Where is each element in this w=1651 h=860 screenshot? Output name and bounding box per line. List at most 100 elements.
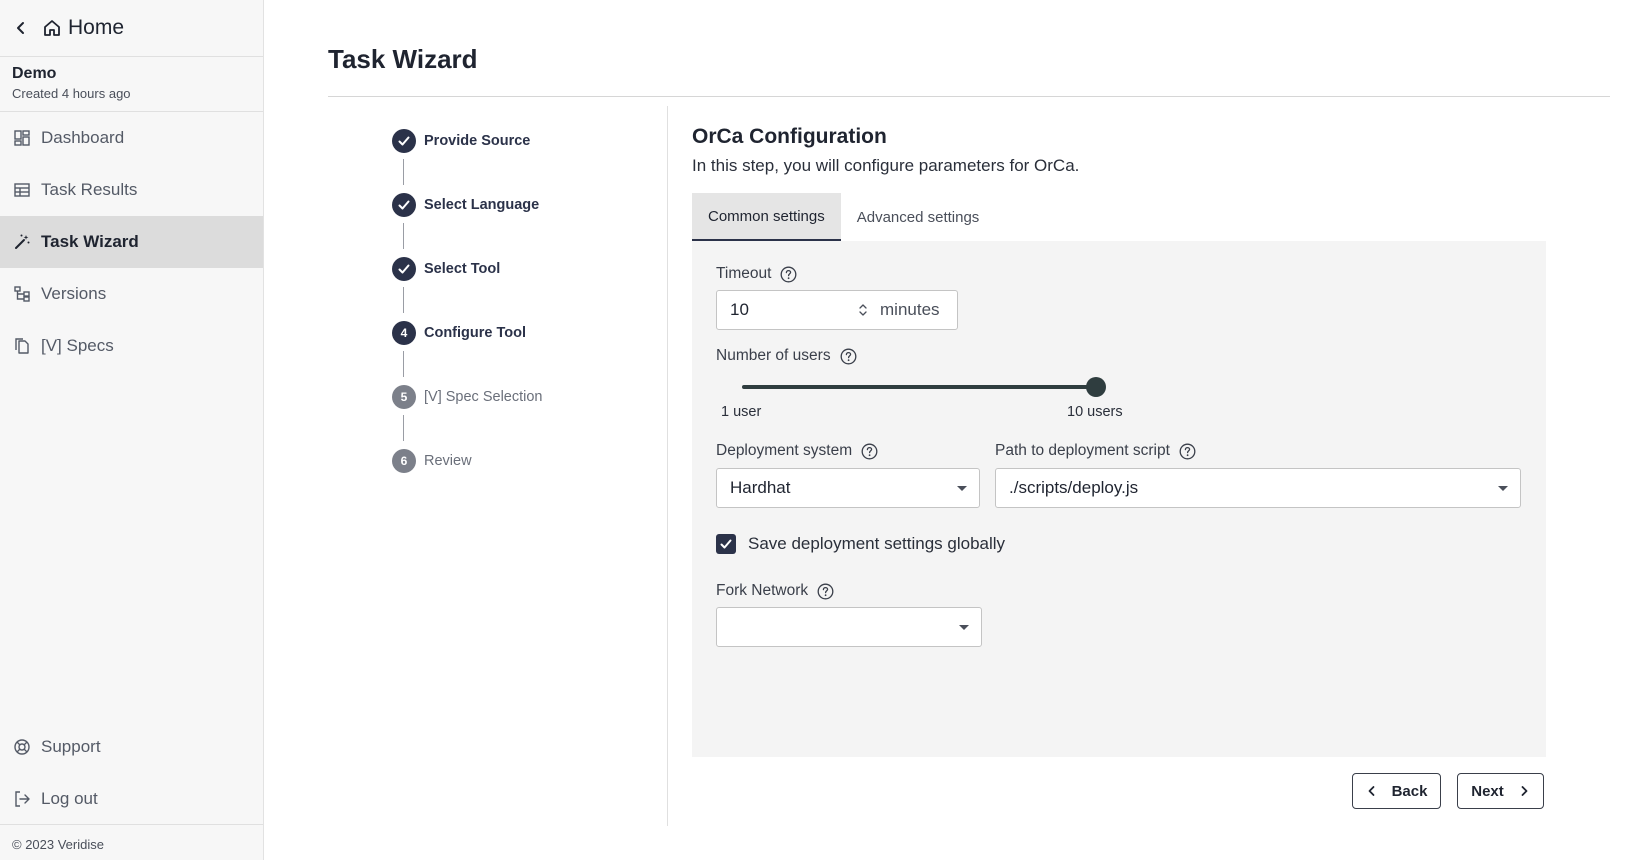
sidebar-item-support[interactable]: Support xyxy=(0,721,263,773)
help-icon[interactable] xyxy=(840,348,857,365)
fork-network-label-row: Fork Network xyxy=(716,582,834,600)
sidebar-item-label: Versions xyxy=(41,284,107,303)
sidebar-item-label: Task Results xyxy=(41,180,138,199)
step-label: Review xyxy=(424,453,472,469)
sidebar-bottom-nav: Support Log out xyxy=(0,721,263,825)
footer-copyright: © 2023 Veridise xyxy=(0,824,263,860)
step-connector xyxy=(403,415,404,441)
project-created: Created 4 hours ago xyxy=(12,86,131,101)
help-icon[interactable] xyxy=(780,266,797,283)
step-label: Select Language xyxy=(424,197,540,213)
step-spec-selection: 5 [V] Spec Selection xyxy=(392,385,652,449)
save-globally-checkbox[interactable] xyxy=(716,534,736,554)
users-slider-max: 10 users xyxy=(1067,404,1123,420)
home-link[interactable]: Home xyxy=(0,0,263,57)
tree-icon xyxy=(14,286,30,302)
deployment-script-label-row: Path to deployment script xyxy=(995,442,1196,460)
page-title: Task Wizard xyxy=(328,44,478,74)
users-label: Number of users xyxy=(716,347,831,364)
sidebar: Home Demo Created 4 hours ago Dashboard … xyxy=(0,0,264,860)
deployment-script-select[interactable]: ./scripts/deploy.js xyxy=(995,468,1521,508)
step-label: Configure Tool xyxy=(424,325,527,341)
timeout-label-row: Timeout xyxy=(716,265,797,283)
project-info: Demo Created 4 hours ago xyxy=(0,57,263,112)
title-divider xyxy=(328,96,1610,97)
sidebar-item-task-wizard[interactable]: Task Wizard xyxy=(0,216,263,268)
sidebar-item-dashboard[interactable]: Dashboard xyxy=(0,112,263,164)
home-icon xyxy=(44,20,60,36)
table-icon xyxy=(14,183,30,197)
logout-icon xyxy=(15,791,30,807)
save-globally-row: Save deployment settings globally xyxy=(716,534,1005,554)
sidebar-item-versions[interactable]: Versions xyxy=(0,268,263,320)
check-icon xyxy=(392,257,416,281)
check-icon xyxy=(392,129,416,153)
fork-network-select[interactable] xyxy=(716,607,982,647)
sidebar-item-task-results[interactable]: Task Results xyxy=(0,164,263,216)
step-select-tool[interactable]: Select Tool xyxy=(392,257,652,321)
tab-common-settings[interactable]: Common settings xyxy=(692,193,841,241)
config-title: OrCa Configuration xyxy=(692,125,887,148)
back-button[interactable]: Back xyxy=(1352,773,1441,809)
step-label: Provide Source xyxy=(424,133,531,149)
files-icon xyxy=(15,338,29,354)
step-connector xyxy=(403,287,404,313)
sidebar-item-label: Support xyxy=(41,737,101,756)
chevron-left-icon[interactable] xyxy=(14,21,28,35)
step-connector xyxy=(403,159,404,185)
help-icon[interactable] xyxy=(861,443,878,460)
spinner-icon[interactable] xyxy=(858,302,868,318)
deployment-system-label: Deployment system xyxy=(716,442,853,459)
chevron-left-icon xyxy=(1368,786,1374,796)
step-number: 5 xyxy=(392,385,416,409)
step-number: 4 xyxy=(392,321,416,345)
step-connector xyxy=(403,223,404,249)
config-description: In this step, you will configure paramet… xyxy=(692,156,1080,175)
next-button-label: Next xyxy=(1471,782,1504,800)
deployment-system-select[interactable]: Hardhat xyxy=(716,468,980,508)
tab-advanced-settings[interactable]: Advanced settings xyxy=(841,193,996,241)
users-slider-thumb[interactable] xyxy=(1086,377,1106,397)
sidebar-item-label: Log out xyxy=(41,789,98,808)
lifebuoy-icon xyxy=(14,739,30,755)
wand-icon xyxy=(15,234,30,249)
deployment-system-label-row: Deployment system xyxy=(716,442,878,460)
timeout-input[interactable] xyxy=(730,300,860,320)
step-label: Select Tool xyxy=(424,261,501,277)
step-select-language[interactable]: Select Language xyxy=(392,193,652,257)
caret-down-icon xyxy=(1498,485,1508,491)
deployment-script-value: ./scripts/deploy.js xyxy=(1009,478,1139,497)
users-label-row: Number of users xyxy=(716,347,857,365)
stepper-divider xyxy=(667,106,668,826)
users-slider-track[interactable] xyxy=(742,385,1096,389)
step-provide-source[interactable]: Provide Source xyxy=(392,129,652,193)
step-configure-tool[interactable]: 4 Configure Tool xyxy=(392,321,652,385)
sidebar-item-logout[interactable]: Log out xyxy=(0,773,263,825)
home-label: Home xyxy=(68,16,125,39)
project-name: Demo xyxy=(12,65,57,82)
chevron-right-icon xyxy=(1521,786,1528,796)
step-connector xyxy=(403,351,404,377)
sidebar-item-label: Task Wizard xyxy=(41,232,139,251)
next-button[interactable]: Next xyxy=(1457,773,1544,809)
step-review: 6 Review xyxy=(392,449,652,513)
wizard-stepper: Provide Source Select Language Select To… xyxy=(392,129,652,513)
deployment-script-label: Path to deployment script xyxy=(995,442,1170,459)
step-number: 6 xyxy=(392,449,416,473)
help-icon[interactable] xyxy=(1179,443,1196,460)
timeout-unit: minutes xyxy=(880,300,940,319)
dashboard-icon xyxy=(14,130,30,146)
sidebar-item-label: Dashboard xyxy=(41,128,125,147)
check-icon xyxy=(392,193,416,217)
back-button-label: Back xyxy=(1391,782,1428,800)
help-icon[interactable] xyxy=(817,583,834,600)
fork-network-label: Fork Network xyxy=(716,582,809,599)
timeout-label: Timeout xyxy=(716,265,772,282)
timeout-field: minutes xyxy=(716,290,958,330)
step-label: [V] Spec Selection xyxy=(424,389,543,405)
sidebar-item-specs[interactable]: [V] Specs xyxy=(0,320,263,372)
save-globally-label: Save deployment settings globally xyxy=(748,534,1006,553)
sidebar-nav: Dashboard Task Results Task Wizard Versi… xyxy=(0,112,263,372)
check-icon xyxy=(720,539,732,549)
settings-tabs: Common settings Advanced settings xyxy=(692,193,995,241)
